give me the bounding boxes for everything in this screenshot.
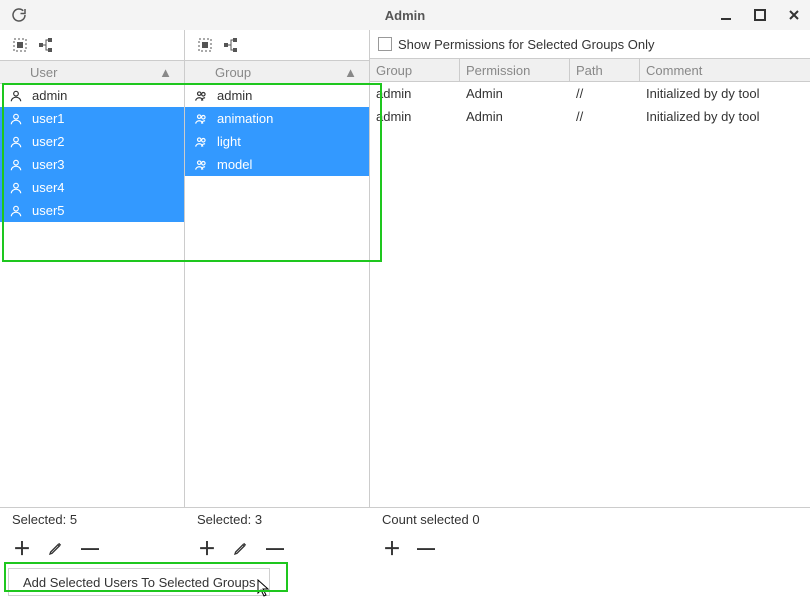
col-permission[interactable]: Permission <box>460 59 570 81</box>
list-item[interactable]: user5 <box>0 199 184 222</box>
user-name: user1 <box>32 111 65 126</box>
cell-path: // <box>570 82 640 105</box>
close-icon[interactable] <box>786 7 802 23</box>
user-icon <box>8 112 24 126</box>
perms-status: Count selected 0 <box>370 512 810 534</box>
group-name: model <box>217 157 252 172</box>
col-group[interactable]: Group <box>370 59 460 81</box>
col-comment[interactable]: Comment <box>640 59 810 81</box>
edit-group-button[interactable] <box>231 538 251 558</box>
users-column-header[interactable]: User ▲ <box>0 60 184 84</box>
cell-group: admin <box>370 82 460 105</box>
cell-permission: Admin <box>460 82 570 105</box>
users-status: Selected: 5 <box>0 512 185 534</box>
user-icon <box>8 204 24 218</box>
add-permission-button[interactable]: ＋ <box>382 538 402 558</box>
users-header-label: User <box>30 65 159 80</box>
group-icon <box>193 89 209 103</box>
list-item[interactable]: light <box>185 130 369 153</box>
user-name: user2 <box>32 134 65 149</box>
group-name: light <box>217 134 241 149</box>
remove-permission-button[interactable]: — <box>416 538 436 558</box>
add-users-to-groups-button[interactable]: Add Selected Users To Selected Groups <box>8 568 270 596</box>
cell-group: admin <box>370 105 460 128</box>
cell-permission: Admin <box>460 105 570 128</box>
table-row[interactable]: admin Admin // Initialized by dy tool <box>370 82 810 105</box>
users-list[interactable]: admin user1 user2 user3 user4 user5 <box>0 84 184 507</box>
list-item[interactable]: user3 <box>0 153 184 176</box>
minimize-icon[interactable] <box>718 7 734 23</box>
cell-path: // <box>570 105 640 128</box>
show-perms-label: Show Permissions for Selected Groups Onl… <box>398 37 655 52</box>
group-icon <box>193 112 209 126</box>
group-name: animation <box>217 111 273 126</box>
cell-comment: Initialized by dy tool <box>640 105 810 128</box>
title-bar: Admin <box>0 0 810 30</box>
table-row[interactable]: admin Admin // Initialized by dy tool <box>370 105 810 128</box>
user-icon <box>8 158 24 172</box>
user-icon <box>8 89 24 103</box>
list-item[interactable]: animation <box>185 107 369 130</box>
add-group-button[interactable]: ＋ <box>197 538 217 558</box>
groups-header-label: Group <box>215 65 344 80</box>
remove-user-button[interactable]: — <box>80 538 100 558</box>
permissions-panel: Show Permissions for Selected Groups Onl… <box>370 30 810 507</box>
list-item[interactable]: user4 <box>0 176 184 199</box>
list-item[interactable]: user2 <box>0 130 184 153</box>
col-path[interactable]: Path <box>570 59 640 81</box>
maximize-icon[interactable] <box>752 7 768 23</box>
groups-column-header[interactable]: Group ▲ <box>185 60 369 84</box>
action-bar: ＋ — ＋ — ＋ — <box>0 534 810 562</box>
edit-user-button[interactable] <box>46 538 66 558</box>
user-icon <box>8 181 24 195</box>
permissions-list[interactable]: admin Admin // Initialized by dy tool ad… <box>370 82 810 507</box>
group-icon <box>193 158 209 172</box>
user-name: admin <box>32 88 67 103</box>
main-area: User ▲ admin user1 user2 user3 user4 use… <box>0 30 810 508</box>
user-name: user5 <box>32 203 65 218</box>
group-name: admin <box>217 88 252 103</box>
user-name: user4 <box>32 180 65 195</box>
add-button-label: Add Selected Users To Selected Groups <box>23 575 255 590</box>
list-item[interactable]: admin <box>0 84 184 107</box>
groups-status: Selected: 3 <box>185 512 370 534</box>
tree-icon[interactable] <box>221 35 241 55</box>
users-panel: User ▲ admin user1 user2 user3 user4 use… <box>0 30 185 507</box>
cell-comment: Initialized by dy tool <box>640 82 810 105</box>
list-item[interactable]: user1 <box>0 107 184 130</box>
groups-panel: Group ▲ admin animation light model <box>185 30 370 507</box>
add-user-button[interactable]: ＋ <box>12 538 32 558</box>
select-all-icon[interactable] <box>10 35 30 55</box>
user-name: user3 <box>32 157 65 172</box>
permissions-header[interactable]: Group Permission Path Comment <box>370 58 810 82</box>
status-bar: Selected: 5 Selected: 3 Count selected 0 <box>0 508 810 534</box>
sort-asc-icon: ▲ <box>159 65 172 80</box>
show-perms-checkbox[interactable] <box>378 37 392 51</box>
select-all-icon[interactable] <box>195 35 215 55</box>
window-title: Admin <box>0 8 810 23</box>
remove-group-button[interactable]: — <box>265 538 285 558</box>
tree-icon[interactable] <box>36 35 56 55</box>
list-item[interactable]: model <box>185 153 369 176</box>
list-item[interactable]: admin <box>185 84 369 107</box>
groups-list[interactable]: admin animation light model <box>185 84 369 507</box>
user-icon <box>8 135 24 149</box>
cursor-icon <box>257 579 271 597</box>
group-icon <box>193 135 209 149</box>
sort-asc-icon: ▲ <box>344 65 357 80</box>
